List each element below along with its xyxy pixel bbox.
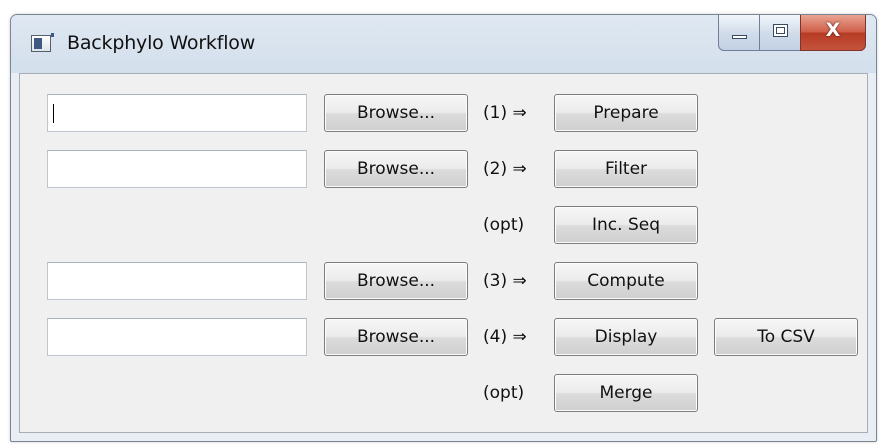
step4-file-input[interactable] — [48, 319, 306, 355]
step1-file-field[interactable] — [47, 94, 307, 132]
step2-browse-button[interactable]: Browse... — [324, 150, 468, 188]
step3-file-input[interactable] — [48, 263, 306, 299]
window-title: Backphylo Workflow — [67, 32, 256, 54]
close-icon: X — [825, 19, 841, 41]
close-button[interactable]: X — [800, 15, 866, 51]
minimize-icon — [732, 35, 747, 39]
step4-browse-button[interactable]: Browse... — [324, 318, 468, 356]
prepare-button[interactable]: Prepare — [554, 94, 698, 132]
compute-button[interactable]: Compute — [554, 262, 698, 300]
step2-file-field[interactable] — [47, 150, 307, 188]
title-bar[interactable]: Backphylo Workflow X — [11, 15, 876, 73]
workflow-panel: Browse... (1) ⇒ Prepare Browse... (2) ⇒ … — [19, 73, 868, 433]
to-csv-button[interactable]: To CSV — [714, 318, 858, 356]
minimize-button[interactable] — [718, 15, 760, 51]
step3-label: (3) ⇒ — [483, 271, 527, 291]
maximize-icon — [773, 24, 788, 37]
filter-button[interactable]: Filter — [554, 150, 698, 188]
step3-browse-button[interactable]: Browse... — [324, 262, 468, 300]
text-caret — [53, 104, 54, 123]
main-window: Backphylo Workflow X Browse... (1) ⇒ Pre… — [10, 14, 877, 442]
step1-file-input[interactable] — [48, 95, 306, 131]
step1-browse-button[interactable]: Browse... — [324, 94, 468, 132]
step1-label: (1) ⇒ — [483, 103, 527, 123]
step3-file-field[interactable] — [47, 262, 307, 300]
step2-file-input[interactable] — [48, 151, 306, 187]
inc-seq-button[interactable]: Inc. Seq — [554, 206, 698, 244]
step2-label: (2) ⇒ — [483, 159, 527, 179]
window-controls: X — [718, 15, 866, 53]
maximize-button[interactable] — [759, 15, 801, 51]
optional-label: (opt) — [483, 383, 525, 403]
merge-button[interactable]: Merge — [554, 374, 698, 412]
optional-label: (opt) — [483, 215, 525, 235]
step4-file-field[interactable] — [47, 318, 307, 356]
app-window-icon — [31, 33, 54, 52]
display-button[interactable]: Display — [554, 318, 698, 356]
step4-label: (4) ⇒ — [483, 327, 527, 347]
